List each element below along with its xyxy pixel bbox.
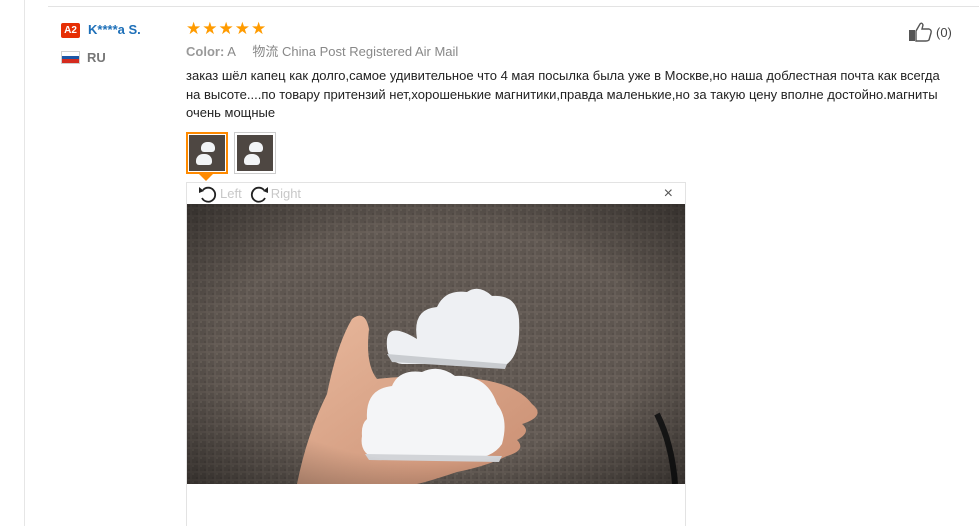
reviewer-country: RU — [61, 50, 106, 65]
review-photo[interactable] — [187, 204, 685, 484]
review-body: ★ ★ ★ ★ ★ Color: A 物流 China Post Registered … — [186, 18, 946, 123]
thumbs-up-icon — [909, 22, 932, 42]
russia-flag-icon — [61, 51, 80, 64]
photo-thumbnails — [186, 132, 276, 174]
review-text: заказ шёл капец как долго,самое удивител… — [186, 68, 940, 120]
rotate-right-button[interactable]: Right — [248, 184, 301, 204]
star-icon: ★ — [202, 18, 218, 38]
color-label: Color: — [186, 44, 225, 59]
star-icon: ★ — [218, 18, 234, 38]
star-icon: ★ — [234, 18, 250, 38]
close-viewer-button[interactable]: × — [664, 186, 673, 202]
rotate-left-icon — [199, 186, 217, 203]
viewer-toolbar: Left Right × — [187, 183, 685, 204]
rotate-left-button[interactable]: Left — [197, 184, 242, 204]
star-rating: ★ ★ ★ ★ ★ — [186, 18, 946, 38]
rotate-left-label: Left — [220, 186, 242, 201]
photo-thumbnail-2[interactable] — [234, 132, 276, 174]
photo-viewer: Left Right × — [186, 182, 686, 526]
color-value: A — [227, 44, 236, 59]
rotate-right-label: Right — [270, 186, 302, 201]
reviewer-name[interactable]: K****a S. — [88, 22, 141, 38]
star-icon: ★ — [251, 18, 267, 38]
helpful-count: (0) — [936, 24, 952, 40]
helpful-button[interactable]: (0) — [908, 22, 952, 42]
order-info: Color: A 物流 China Post Registered Air Ma… — [186, 43, 946, 61]
star-icon: ★ — [186, 18, 202, 38]
active-thumbnail-indicator — [199, 174, 213, 181]
country-code: RU — [87, 50, 106, 65]
buyer-level-badge: A2 — [61, 23, 80, 39]
shipping-method: 物流 China Post Registered Air Mail — [252, 44, 459, 59]
divider — [48, 6, 979, 7]
photo-thumbnail-1[interactable] — [186, 132, 228, 174]
reviewer-info: A2 K****a S. RU — [61, 22, 141, 65]
rotate-right-icon — [250, 186, 268, 203]
